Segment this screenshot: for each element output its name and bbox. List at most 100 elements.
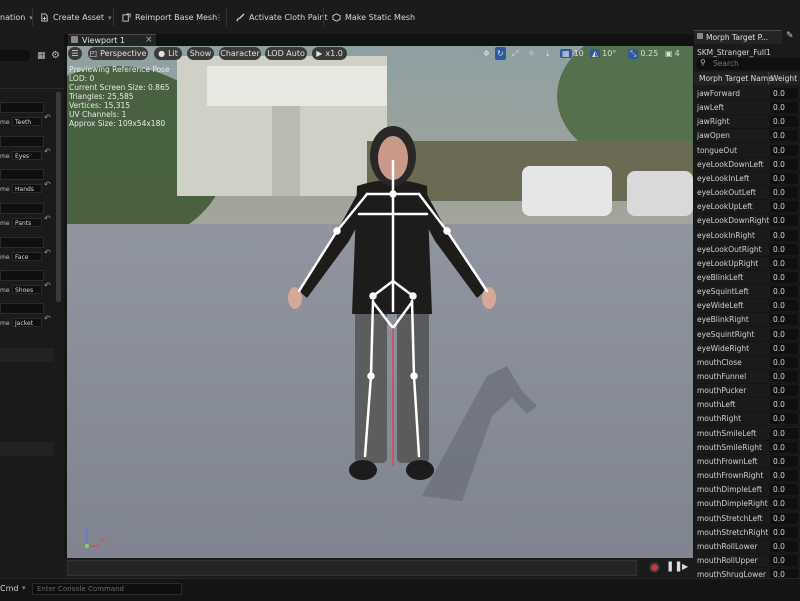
morph-target-weight[interactable]: 0.0 xyxy=(770,470,798,482)
morph-target-row[interactable]: mouthStretchRight 0.0 xyxy=(694,526,800,540)
morph-target-row[interactable]: mouthFrownRight 0.0 xyxy=(694,469,800,484)
morph-target-name: mouthFrownRight xyxy=(697,471,764,481)
morph-target-weight[interactable]: 0.0 xyxy=(770,498,798,510)
morph-target-weight[interactable]: 0.0 xyxy=(770,455,798,467)
morph-target-name: eyeLookUpLeft xyxy=(697,202,753,212)
morph-target-row[interactable]: eyeSquintLeft 0.0 xyxy=(694,285,800,300)
morph-target-weight[interactable]: 0.0 xyxy=(770,201,798,213)
morph-target-row[interactable]: mouthLeft 0.0 xyxy=(694,398,800,413)
morph-target-weight[interactable]: 0.0 xyxy=(770,399,798,411)
morph-target-row[interactable]: eyeBlinkRight 0.0 xyxy=(694,313,800,328)
morph-target-weight[interactable]: 0.0 xyxy=(770,413,798,425)
morph-target-row[interactable]: mouthDimpleRight 0.0 xyxy=(694,497,800,512)
morph-target-row[interactable]: eyeLookDownRight 0.0 xyxy=(694,214,800,229)
morph-target-row[interactable]: eyeLookInLeft 0.0 xyxy=(694,172,800,186)
morph-target-name: eyeSquintRight xyxy=(697,329,755,339)
morph-target-name: mouthStretchLeft xyxy=(697,513,763,523)
morph-target-row[interactable]: eyeWideLeft 0.0 xyxy=(694,299,800,314)
morph-target-weight[interactable]: 0.0 xyxy=(770,229,798,241)
morph-target-row[interactable]: mouthFunnel 0.0 xyxy=(694,370,800,384)
morph-target-weight[interactable]: 0.0 xyxy=(770,144,798,156)
morph-target-weight[interactable]: 0.0 xyxy=(770,328,798,340)
morph-target-name: mouthClose xyxy=(697,357,742,367)
morph-target-name: mouthLeft xyxy=(697,400,736,410)
morph-target-name: mouthRight xyxy=(697,414,742,424)
morph-target-weight[interactable]: 0.0 xyxy=(770,554,798,566)
morph-target-weight[interactable]: 0.0 xyxy=(770,356,798,368)
morph-target-name: mouthDimpleLeft xyxy=(697,485,763,495)
console-placeholder: Enter Console Command xyxy=(37,585,125,593)
morph-target-name: eyeLookInLeft xyxy=(697,173,750,183)
morph-target-weight[interactable]: 0.0 xyxy=(770,172,798,184)
morph-target-weight[interactable]: 0.0 xyxy=(770,116,798,128)
morph-target-row[interactable]: mouthSmileRight 0.0 xyxy=(694,441,800,455)
morph-target-name: eyeWideLeft xyxy=(697,301,744,311)
morph-target-row[interactable]: mouthFrownLeft 0.0 xyxy=(694,455,800,469)
morph-target-name: eyeLookInRight xyxy=(697,230,755,240)
morph-target-weight[interactable]: 0.0 xyxy=(770,484,798,496)
morph-target-row[interactable]: mouthPucker 0.0 xyxy=(694,384,800,399)
chevron-down-icon[interactable]: ▾ xyxy=(22,584,26,592)
morph-target-name: eyeBlinkRight xyxy=(697,315,749,325)
morph-target-weight[interactable]: 0.0 xyxy=(770,342,798,354)
morph-target-row[interactable]: mouthShrugLower 0.0 xyxy=(694,568,800,578)
morph-target-row[interactable]: eyeWideRight 0.0 xyxy=(694,342,800,356)
morph-target-name: eyeWideRight xyxy=(697,343,750,353)
morph-target-row[interactable]: eyeSquintRight 0.0 xyxy=(694,328,800,342)
morph-target-row[interactable]: mouthRight 0.0 xyxy=(694,412,800,427)
morph-target-row[interactable]: mouthSmileLeft 0.0 xyxy=(694,427,800,441)
morph-target-name: jawOpen xyxy=(697,131,730,141)
morph-target-name: mouthShrugLower xyxy=(697,570,766,578)
morph-target-row[interactable]: eyeLookDownLeft 0.0 xyxy=(694,158,800,172)
morph-target-row[interactable]: tongueOut 0.0 xyxy=(694,144,800,158)
morph-target-weight[interactable]: 0.0 xyxy=(770,102,798,114)
morph-target-name: mouthStretchRight xyxy=(697,527,769,537)
morph-target-weight[interactable]: 0.0 xyxy=(770,385,798,397)
console-bar: Cmd ▾ Enter Console Command xyxy=(0,578,800,601)
morph-target-list: jawForward 0.0 jawLeft 0.0 jawRight 0.0 jawOpe… xyxy=(0,0,800,578)
morph-target-row[interactable]: jawOpen 0.0 xyxy=(694,129,800,144)
morph-target-row[interactable]: eyeBlinkLeft 0.0 xyxy=(694,271,800,285)
morph-target-weight[interactable]: 0.0 xyxy=(770,300,798,312)
morph-target-weight[interactable]: 0.0 xyxy=(770,243,798,255)
morph-target-weight[interactable]: 0.0 xyxy=(770,130,798,142)
morph-target-row[interactable]: jawRight 0.0 xyxy=(694,115,800,130)
morph-target-weight[interactable]: 0.0 xyxy=(770,441,798,453)
morph-target-row[interactable]: eyeLookOutRight 0.0 xyxy=(694,243,800,257)
morph-target-weight[interactable]: 0.0 xyxy=(770,158,798,170)
console-command-input[interactable]: Enter Console Command xyxy=(32,583,182,595)
morph-target-row[interactable]: jawForward 0.0 xyxy=(694,87,800,101)
morph-target-weight[interactable]: 0.0 xyxy=(770,569,798,578)
morph-target-weight[interactable]: 0.0 xyxy=(770,88,798,99)
morph-target-weight[interactable]: 0.0 xyxy=(770,215,798,227)
morph-target-row[interactable]: mouthDimpleLeft 0.0 xyxy=(694,483,800,498)
morph-target-name: eyeBlinkLeft xyxy=(697,272,744,282)
morph-target-name: mouthPucker xyxy=(697,386,747,396)
morph-target-row[interactable]: mouthRollLower 0.0 xyxy=(694,540,800,554)
morph-target-weight[interactable]: 0.0 xyxy=(770,371,798,382)
morph-target-weight[interactable]: 0.0 xyxy=(770,314,798,326)
morph-target-name: eyeLookDownRight xyxy=(697,216,770,226)
morph-target-row[interactable]: eyeLookUpLeft 0.0 xyxy=(694,200,800,215)
morph-target-weight[interactable]: 0.0 xyxy=(770,512,798,524)
morph-target-row[interactable]: mouthStretchLeft 0.0 xyxy=(694,512,800,526)
morph-target-name: eyeSquintLeft xyxy=(697,287,749,297)
morph-target-row[interactable]: eyeLookInRight 0.0 xyxy=(694,229,800,243)
morph-target-name: eyeLookDownLeft xyxy=(697,159,764,169)
morph-target-name: jawLeft xyxy=(697,103,724,113)
morph-target-row[interactable]: mouthClose 0.0 xyxy=(694,356,800,370)
morph-target-name: eyeLookUpRight xyxy=(697,258,759,268)
morph-target-weight[interactable]: 0.0 xyxy=(770,427,798,439)
morph-target-weight[interactable]: 0.0 xyxy=(770,286,798,298)
morph-target-name: mouthFrownLeft xyxy=(697,456,758,466)
morph-target-weight[interactable]: 0.0 xyxy=(770,187,798,199)
morph-target-weight[interactable]: 0.0 xyxy=(770,540,798,552)
morph-target-row[interactable]: eyeLookUpRight 0.0 xyxy=(694,257,800,271)
morph-target-name: mouthRollLower xyxy=(697,541,758,551)
morph-target-row[interactable]: mouthRollUpper 0.0 xyxy=(694,554,800,568)
morph-target-row[interactable]: eyeLookOutLeft 0.0 xyxy=(694,186,800,201)
morph-target-row[interactable]: jawLeft 0.0 xyxy=(694,101,800,116)
morph-target-weight[interactable]: 0.0 xyxy=(770,526,798,538)
morph-target-weight[interactable]: 0.0 xyxy=(770,271,798,283)
morph-target-weight[interactable]: 0.0 xyxy=(770,257,798,269)
